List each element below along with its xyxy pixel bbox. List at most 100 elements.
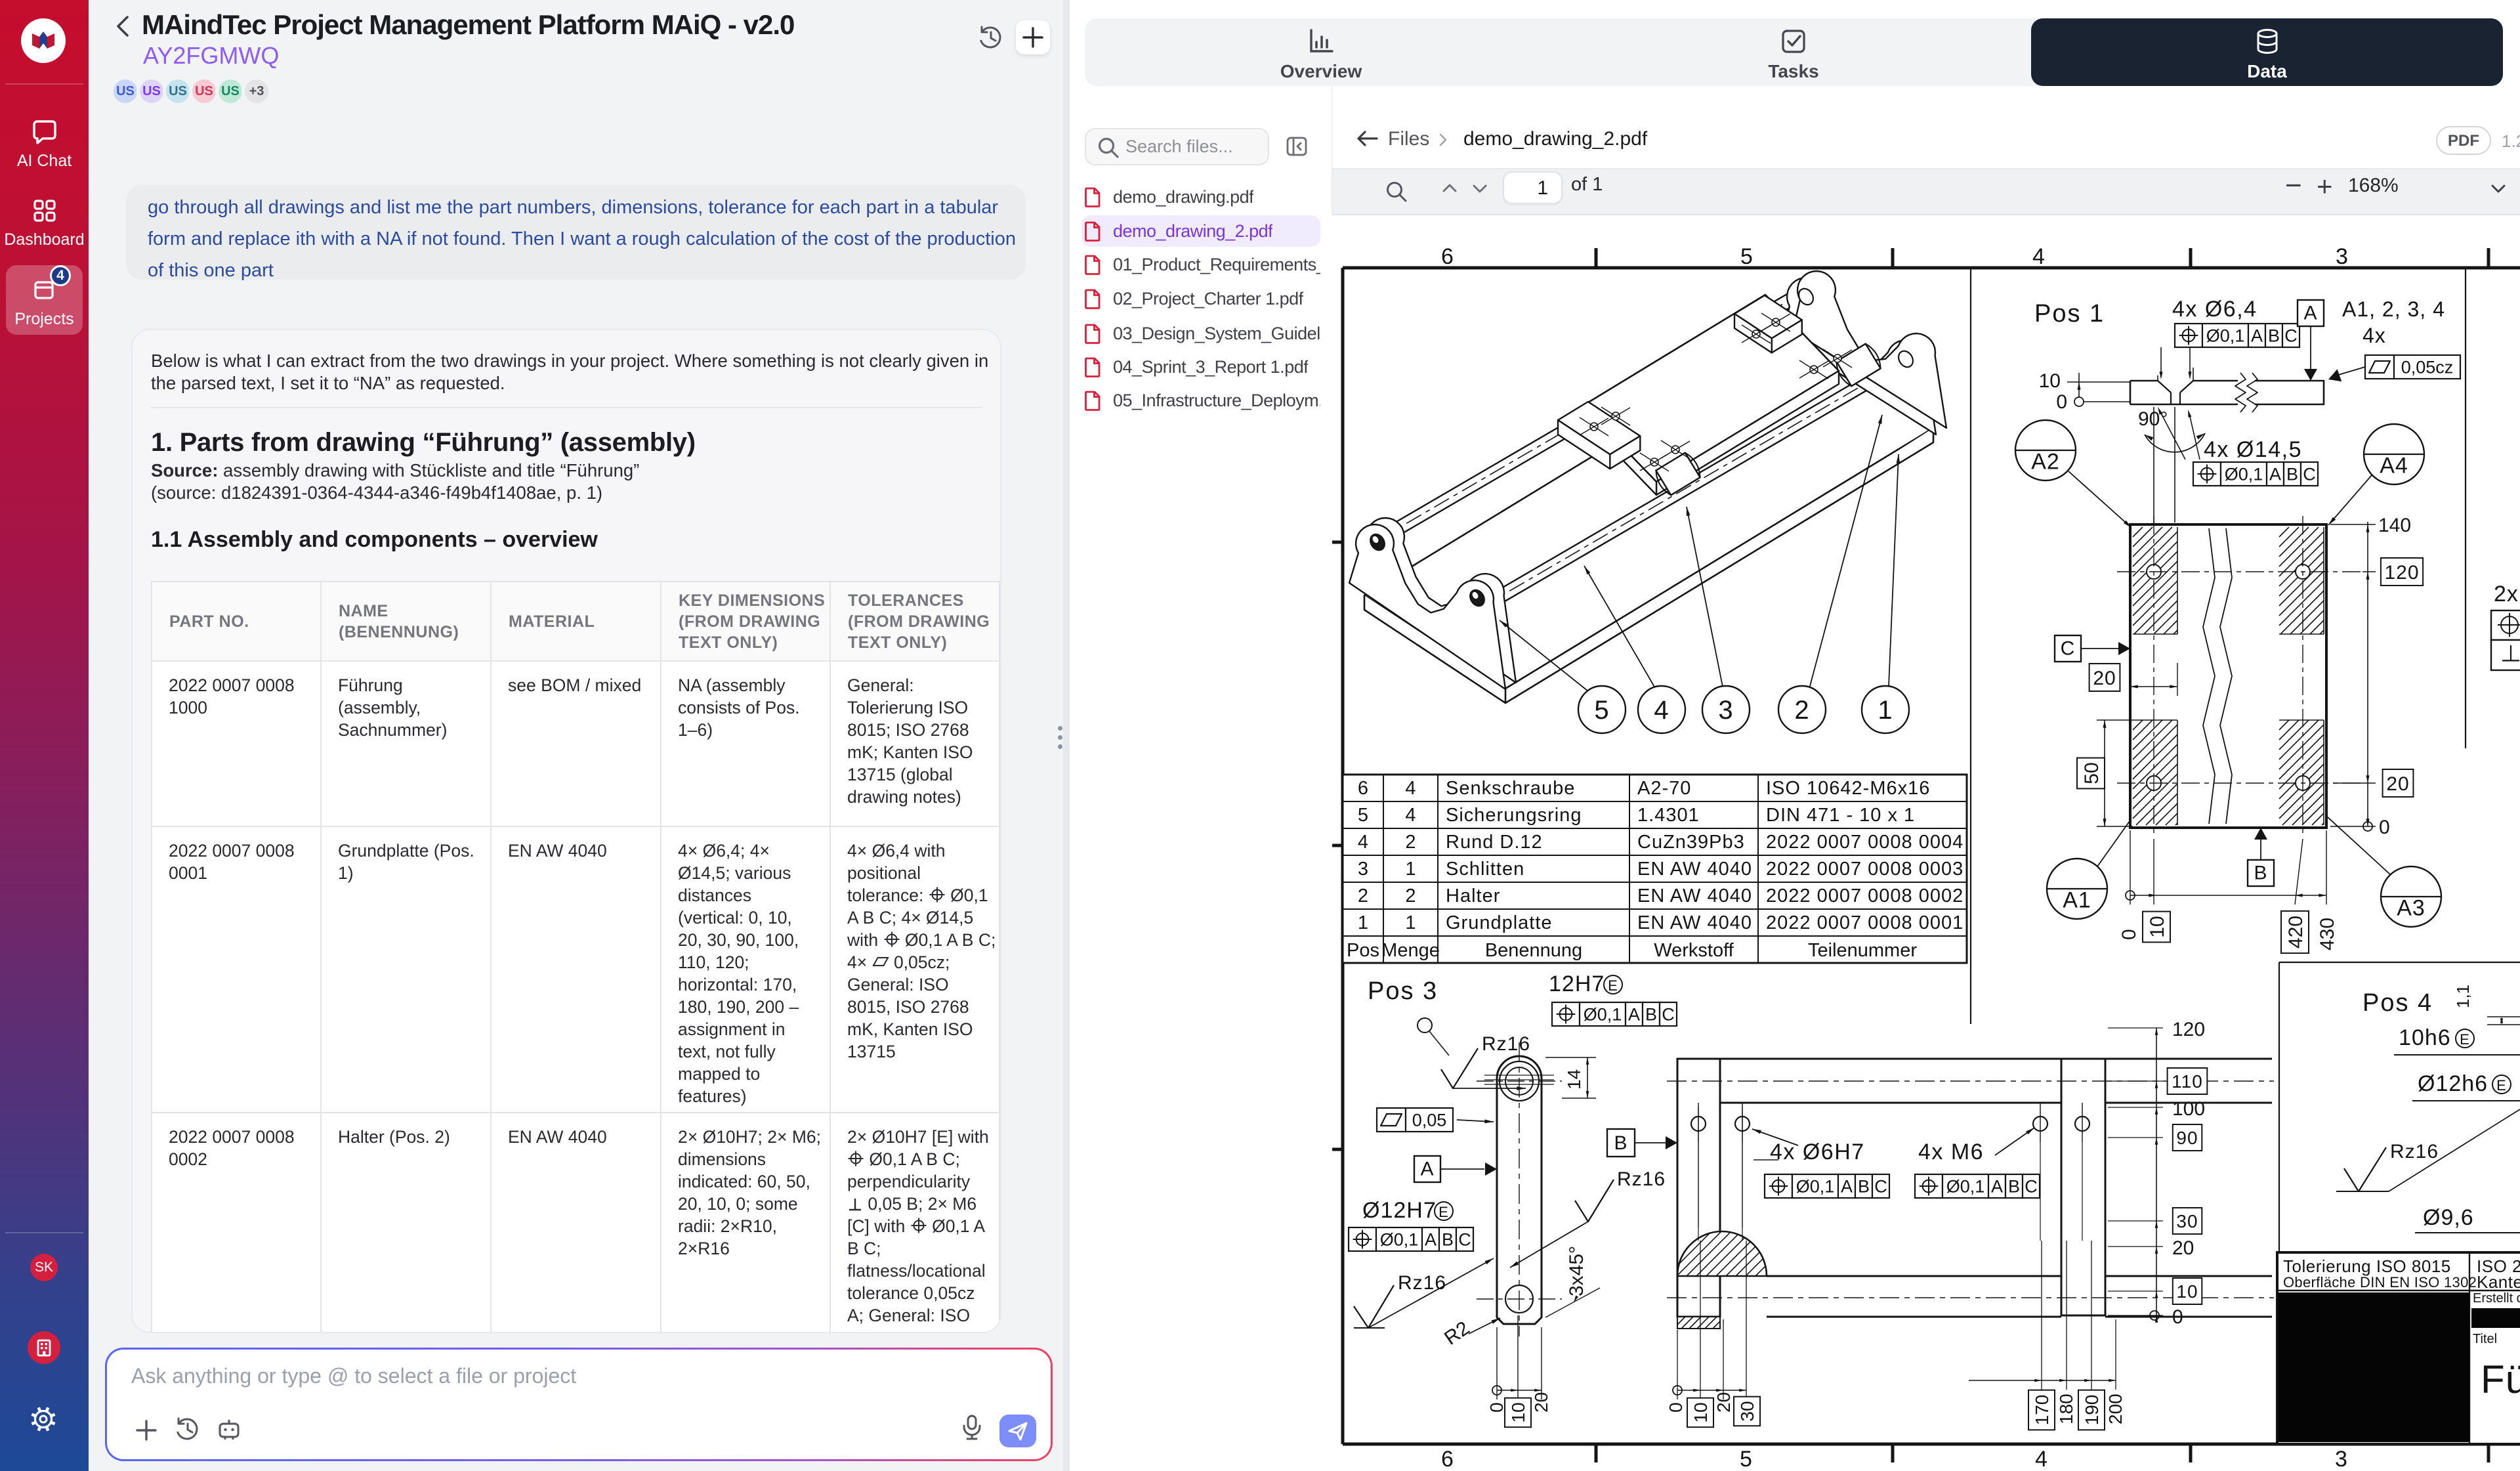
svg-text:Ø0,1: Ø0,1	[1946, 1177, 1985, 1197]
svg-text:3: 3	[2336, 244, 2349, 269]
svg-text:Kanten: Kanten	[2477, 1272, 2520, 1292]
svg-text:5: 5	[1358, 805, 1368, 826]
svg-text:190: 190	[2082, 1395, 2102, 1426]
svg-text:4: 4	[1358, 832, 1368, 853]
svg-text:90°: 90°	[2138, 408, 2168, 430]
svg-text:A1, 2, 3, 4: A1, 2, 3, 4	[2342, 297, 2445, 321]
svg-text:2: 2	[1405, 832, 1416, 853]
svg-text:90: 90	[2176, 1128, 2198, 1148]
svg-text:A3: A3	[2397, 896, 2426, 921]
svg-text:Ø0,1: Ø0,1	[1796, 1177, 1835, 1197]
svg-text:Schlitten: Schlitten	[1446, 859, 1524, 880]
svg-text:Rund D.12: Rund D.12	[1446, 832, 1543, 853]
svg-text:E: E	[1438, 1204, 1449, 1220]
svg-text:5: 5	[1740, 1447, 1753, 1471]
svg-text:4: 4	[1405, 778, 1416, 799]
svg-text:3: 3	[1718, 696, 1733, 725]
svg-text:4: 4	[1405, 805, 1416, 826]
svg-text:200: 200	[2105, 1394, 2126, 1424]
svg-text:2x: 2x	[2494, 582, 2519, 607]
svg-text:A: A	[1628, 1005, 1640, 1025]
svg-text:20: 20	[1531, 1392, 1551, 1413]
svg-text:Menge: Menge	[1381, 940, 1440, 961]
svg-text:2: 2	[1794, 696, 1809, 725]
svg-text:A2: A2	[2031, 450, 2060, 475]
svg-text:2: 2	[1358, 885, 1368, 906]
svg-text:100: 100	[2172, 1098, 2205, 1120]
svg-text:Sicherungsring: Sicherungsring	[1446, 805, 1582, 826]
svg-text:CuZn39Pb3: CuZn39Pb3	[1637, 832, 1745, 853]
svg-text:0,05: 0,05	[1412, 1111, 1447, 1130]
svg-text:1: 1	[1405, 912, 1416, 933]
svg-text:140: 140	[2378, 515, 2411, 536]
svg-text:12H7: 12H7	[1549, 971, 1605, 996]
svg-text:4x M6: 4x M6	[1918, 1140, 1984, 1164]
svg-text:Rz16: Rz16	[1482, 1033, 1530, 1055]
svg-text:4x Ø6H7: 4x Ø6H7	[1770, 1140, 1865, 1164]
svg-text:A: A	[1991, 1177, 2003, 1197]
svg-text:20: 20	[1713, 1392, 1734, 1413]
svg-text:5: 5	[1594, 696, 1609, 725]
svg-text:10: 10	[2039, 370, 2061, 392]
svg-text:ISO 10642-M6x16: ISO 10642-M6x16	[1766, 778, 1930, 799]
svg-text:Ø12h6: Ø12h6	[2418, 1071, 2488, 1096]
svg-text:20: 20	[2386, 773, 2409, 795]
svg-text:A2-70: A2-70	[1637, 778, 1691, 799]
svg-text:50: 50	[2081, 762, 2103, 784]
svg-text:Pos: Pos	[1347, 940, 1379, 961]
svg-text:4x: 4x	[2362, 324, 2386, 347]
svg-text:3: 3	[2335, 1447, 2348, 1471]
svg-text:Ø0,1: Ø0,1	[1380, 1230, 1419, 1250]
svg-text:10h6: 10h6	[2399, 1025, 2451, 1050]
svg-text:C: C	[2061, 638, 2076, 660]
svg-text:4: 4	[2032, 244, 2046, 269]
svg-text:4: 4	[2035, 1447, 2048, 1471]
svg-text:Oberfläche DIN EN ISO 1302: Oberfläche DIN EN ISO 1302	[2283, 1274, 2477, 1290]
svg-text:2022 0007 0008 0004: 2022 0007 0008 0004	[1766, 832, 1964, 853]
svg-text:2022 0007 0008 0003: 2022 0007 0008 0003	[1766, 859, 1964, 880]
svg-text:A4: A4	[2380, 454, 2408, 479]
svg-text:30: 30	[2176, 1211, 2198, 1231]
svg-text:5: 5	[1740, 244, 1754, 269]
svg-text:120: 120	[2172, 1019, 2205, 1040]
svg-text:E: E	[1608, 977, 1618, 994]
svg-text:0: 0	[2379, 817, 2390, 838]
svg-text:0: 0	[2118, 929, 2140, 940]
svg-text:Senkschraube: Senkschraube	[1446, 778, 1575, 799]
svg-text:1: 1	[1405, 859, 1416, 880]
svg-text:E: E	[2496, 1077, 2507, 1094]
svg-text:B: B	[2254, 863, 2267, 884]
svg-text:110: 110	[2172, 1071, 2203, 1092]
svg-text:4x Ø6,4: 4x Ø6,4	[2172, 297, 2258, 322]
svg-text:4: 4	[1654, 696, 1669, 725]
svg-text:Rz16: Rz16	[1617, 1168, 1666, 1190]
svg-text:2: 2	[1405, 885, 1416, 906]
svg-text:A: A	[2269, 465, 2281, 484]
svg-text:20: 20	[2172, 1237, 2194, 1259]
svg-text:B: B	[1858, 1177, 1870, 1197]
svg-text:30: 30	[1737, 1401, 1757, 1421]
svg-text:A: A	[1841, 1177, 1853, 1197]
svg-text:EN AW 4040: EN AW 4040	[1637, 912, 1752, 933]
svg-text:6: 6	[1358, 778, 1368, 799]
svg-text:0: 0	[2056, 391, 2067, 413]
svg-text:Pos 3: Pos 3	[1368, 977, 1438, 1005]
svg-text:DIN 471 - 10 x 1: DIN 471 - 10 x 1	[1766, 805, 1915, 826]
svg-text:6: 6	[1441, 244, 1454, 269]
svg-text:A: A	[1420, 1159, 1434, 1180]
svg-text:10: 10	[2147, 916, 2168, 937]
svg-text:C: C	[1874, 1177, 1887, 1197]
svg-text:EN AW 4040: EN AW 4040	[1637, 885, 1752, 906]
svg-text:420: 420	[2285, 916, 2307, 949]
svg-text:A: A	[1425, 1230, 1437, 1250]
svg-text:0: 0	[1666, 1402, 1686, 1413]
svg-text:B: B	[2268, 326, 2280, 346]
svg-text:B: B	[2008, 1177, 2020, 1197]
svg-text:Ø9,6: Ø9,6	[2423, 1205, 2474, 1230]
svg-text:Erstellt dur: Erstellt dur	[2473, 1291, 2520, 1306]
svg-text:1.4301: 1.4301	[1637, 805, 1700, 826]
svg-text:C: C	[2025, 1177, 2038, 1197]
svg-text:Teilenummer: Teilenummer	[1808, 940, 1917, 961]
svg-text:0,05cz: 0,05cz	[2401, 358, 2454, 377]
svg-text:1: 1	[1878, 696, 1893, 725]
